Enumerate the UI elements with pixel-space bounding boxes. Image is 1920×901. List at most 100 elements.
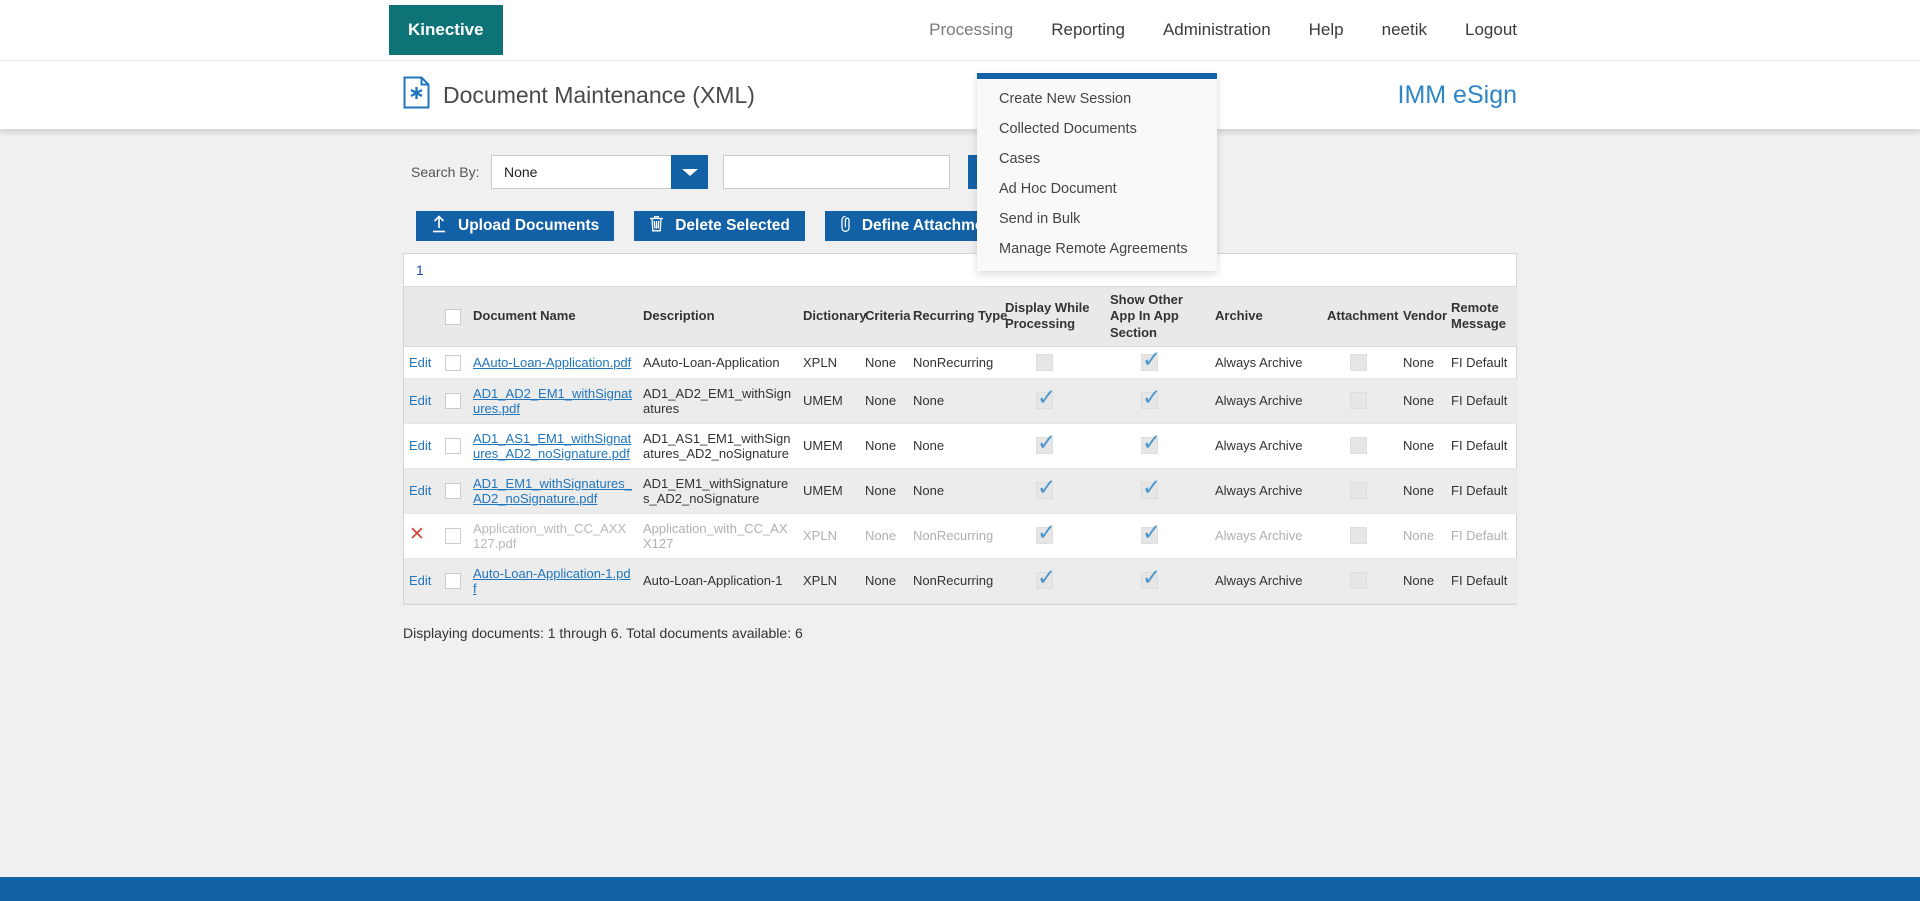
chevron-down-icon[interactable]	[671, 155, 708, 189]
header-show-other-app: Show Other App In App Section	[1105, 287, 1210, 346]
delete-document-icon[interactable]: ✕	[409, 524, 425, 545]
vendor-cell: None	[1403, 393, 1434, 408]
description-cell: Auto-Loan-Application-1	[643, 573, 782, 588]
show-other-app-checkbox[interactable]: ✓	[1141, 354, 1158, 371]
check-icon: ✓	[1142, 346, 1161, 373]
nav-item-logout[interactable]: Logout	[1465, 20, 1517, 40]
document-name-link[interactable]: AD1_EM1_withSignatures_AD2_noSignature.p…	[473, 476, 632, 506]
document-name-link[interactable]: Auto-Loan-Application-1.pdf	[473, 566, 631, 596]
upload-icon	[431, 215, 447, 238]
display-while-processing-checkbox[interactable]: ✓	[1036, 572, 1053, 589]
attachment-checkbox[interactable]	[1350, 527, 1367, 544]
show-other-app-checkbox[interactable]: ✓	[1141, 437, 1158, 454]
menu-item-manage-remote-agreements[interactable]: Manage Remote Agreements	[977, 234, 1217, 264]
row-checkbox[interactable]	[445, 528, 461, 544]
header-criteria: Criteria	[860, 287, 908, 346]
archive-cell: Always Archive	[1215, 483, 1302, 498]
row-checkbox[interactable]	[445, 393, 461, 409]
upload-documents-button[interactable]: Upload Documents	[416, 211, 614, 241]
attachment-checkbox[interactable]	[1350, 354, 1367, 371]
row-checkbox[interactable]	[445, 483, 461, 499]
description-cell: AD1_AD2_EM1_withSignatures	[643, 386, 791, 416]
edit-link[interactable]: Edit	[409, 355, 431, 370]
trash-icon	[649, 215, 664, 237]
display-while-processing-checkbox[interactable]	[1036, 354, 1053, 371]
document-name-link[interactable]: AAuto-Loan-Application.pdf	[473, 355, 631, 370]
display-while-processing-checkbox[interactable]: ✓	[1036, 392, 1053, 409]
show-other-app-checkbox[interactable]: ✓	[1141, 527, 1158, 544]
nav-item-administration[interactable]: Administration	[1163, 20, 1271, 40]
recurring-cell: NonRecurring	[913, 528, 993, 543]
document-name-link[interactable]: AD1_AD2_EM1_withSignatures.pdf	[473, 386, 632, 416]
edit-link[interactable]: Edit	[409, 393, 431, 408]
show-other-app-checkbox[interactable]: ✓	[1141, 392, 1158, 409]
search-by-select[interactable]: None	[491, 155, 708, 189]
attachment-checkbox[interactable]	[1350, 482, 1367, 499]
delete-selected-button[interactable]: Delete Selected	[634, 211, 805, 241]
attachment-checkbox[interactable]	[1350, 437, 1367, 454]
top-nav-bar: Kinective Processing Reporting Administr…	[0, 0, 1920, 61]
menu-item-create-new-session[interactable]: Create New Session	[977, 84, 1217, 114]
description-cell: AAuto-Loan-Application	[643, 355, 780, 370]
menu-item-ad-hoc-document[interactable]: Ad Hoc Document	[977, 174, 1217, 204]
show-other-app-checkbox[interactable]: ✓	[1141, 482, 1158, 499]
documents-summary: Displaying documents: 1 through 6. Total…	[403, 625, 1517, 641]
search-by-label: Search By:	[411, 164, 491, 180]
menu-item-cases[interactable]: Cases	[977, 144, 1217, 174]
table-header-row: Document Name Description Dictionary Cri…	[404, 287, 1518, 346]
remote-message-cell: FI Default	[1451, 483, 1507, 498]
attachment-checkbox[interactable]	[1350, 572, 1367, 589]
header-vendor: Vendor	[1398, 287, 1446, 346]
edit-link[interactable]: Edit	[409, 438, 431, 453]
kinective-logo[interactable]: Kinective	[389, 5, 503, 55]
table-row: Edit Auto-Loan-Application-1.pdf Auto-Loan…	[404, 558, 1518, 603]
display-while-processing-checkbox[interactable]: ✓	[1036, 482, 1053, 499]
dictionary-cell: XPLN	[803, 573, 837, 588]
nav-item-user[interactable]: neetik	[1382, 20, 1427, 40]
page-title: Document Maintenance (XML)	[443, 82, 755, 109]
row-checkbox[interactable]	[445, 355, 461, 371]
nav-item-reporting[interactable]: Reporting	[1051, 20, 1125, 40]
menu-item-send-in-bulk[interactable]: Send in Bulk	[977, 204, 1217, 234]
header-recurring-type: Recurring Type	[908, 287, 1000, 346]
remote-message-cell: FI Default	[1451, 355, 1507, 370]
nav-item-help[interactable]: Help	[1309, 20, 1344, 40]
document-name-link[interactable]: AD1_AS1_EM1_withSignatures_AD2_noSignatu…	[473, 431, 631, 461]
vendor-cell: None	[1403, 483, 1434, 498]
vendor-cell: None	[1403, 438, 1434, 453]
display-while-processing-checkbox[interactable]: ✓	[1036, 527, 1053, 544]
check-icon: ✓	[1037, 384, 1056, 411]
display-while-processing-checkbox[interactable]: ✓	[1036, 437, 1053, 454]
table-row: ✕ Application_with_CC_AXX127.pdf Applicati…	[404, 513, 1518, 558]
archive-cell: Always Archive	[1215, 528, 1302, 543]
criteria-cell: None	[865, 438, 896, 453]
documents-table: 1 Document Name Description Dictionary C…	[403, 253, 1517, 605]
header-dictionary: Dictionary	[798, 287, 860, 346]
recurring-cell: None	[913, 483, 944, 498]
attachment-checkbox[interactable]	[1350, 392, 1367, 409]
show-other-app-checkbox[interactable]: ✓	[1141, 572, 1158, 589]
archive-cell: Always Archive	[1215, 438, 1302, 453]
check-icon: ✓	[1037, 519, 1056, 546]
edit-link[interactable]: Edit	[409, 573, 431, 588]
document-name-link[interactable]: Application_with_CC_AXX127.pdf	[473, 521, 626, 551]
dictionary-cell: UMEM	[803, 438, 843, 453]
recurring-cell: NonRecurring	[913, 573, 993, 588]
title-bar: Document Maintenance (XML) IMM eSign	[0, 61, 1920, 129]
recurring-cell: None	[913, 438, 944, 453]
search-row: Search By: None	[403, 155, 1517, 189]
recurring-cell: NonRecurring	[913, 355, 993, 370]
select-all-checkbox[interactable]	[445, 309, 461, 325]
edit-link[interactable]: Edit	[409, 483, 431, 498]
page-number[interactable]: 1	[404, 254, 1516, 287]
row-checkbox[interactable]	[445, 438, 461, 454]
search-input[interactable]	[723, 155, 950, 189]
nav-item-processing[interactable]: Processing	[929, 20, 1013, 40]
row-checkbox[interactable]	[445, 573, 461, 589]
description-cell: Application_with_CC_AXX127	[643, 521, 788, 551]
archive-cell: Always Archive	[1215, 393, 1302, 408]
check-icon: ✓	[1142, 474, 1161, 501]
remote-message-cell: FI Default	[1451, 573, 1507, 588]
menu-item-collected-documents[interactable]: Collected Documents	[977, 114, 1217, 144]
xml-document-icon	[403, 76, 430, 114]
